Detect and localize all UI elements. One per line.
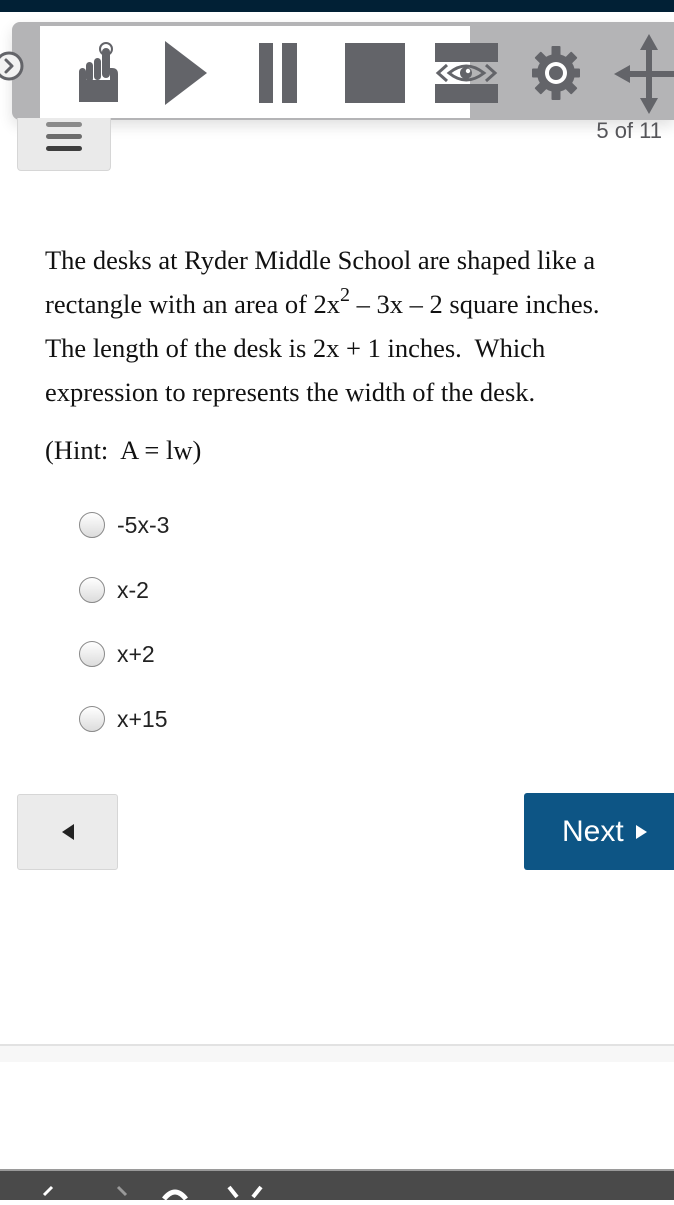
triangle-right-icon [635,824,647,839]
stop-button[interactable] [345,43,405,103]
question-line: expression to represents the width of th… [45,377,536,407]
question-line: rectangle with an area of 2x2 – 3x – 2 s… [45,282,670,326]
gear-icon [532,46,580,100]
forward-arrow-icon[interactable] [112,1185,132,1205]
pause-button[interactable] [259,43,297,103]
choice-label: x-2 [117,576,149,603]
question-line: The length of the desk is 2x + 1 inches.… [45,333,546,363]
next-label: Next [562,814,624,848]
play-button[interactable] [165,41,207,105]
pause-icon [259,43,297,103]
divider-band [0,1046,674,1062]
answer-choice[interactable]: x+2 [79,639,155,669]
chevron-right-circle-icon [0,51,24,81]
settings-button[interactable] [532,44,580,102]
hint-text: (Hint: A = lw) [45,435,202,465]
radio-button[interactable] [79,512,105,538]
close-icon[interactable] [225,1185,265,1205]
menu-button[interactable] [17,118,111,171]
question-text: The desks at Ryder Middle School are sha… [45,238,670,414]
stop-icon [345,43,405,103]
screen-mask-button[interactable] [435,43,498,103]
exponent: 2 [340,284,351,307]
previous-button[interactable] [17,794,118,870]
radio-button[interactable] [79,577,105,603]
play-icon [165,41,207,105]
radio-button[interactable] [79,706,105,732]
choice-label: -5x-3 [117,511,170,538]
refresh-icon[interactable] [160,1185,190,1205]
next-button[interactable]: Next [524,793,674,870]
radio-button[interactable] [79,641,105,667]
question-line: The desks at Ryder Middle School are sha… [45,245,596,275]
question-text-fragment: rectangle with an area of 2x [45,289,341,319]
page-counter: 5 of 11 [596,118,662,143]
toolbar-expand-button[interactable] [0,51,24,81]
choice-label: x+15 [117,705,168,732]
move-arrows-icon [614,34,674,114]
answer-choice[interactable]: -5x-3 [79,510,169,540]
move-toolbar-handle[interactable] [614,34,674,114]
answer-choice[interactable]: x+15 [79,704,168,734]
eye-mask-icon [435,43,498,103]
choice-label: x+2 [117,640,155,667]
bottom-navigation-bar [0,1169,674,1201]
question-text-fragment: – 3x – 2 square inches. [350,289,600,319]
triangle-left-icon [61,824,74,840]
pointer-hand-icon [79,42,118,102]
back-arrow-icon[interactable] [38,1185,58,1205]
answer-choice[interactable]: x-2 [79,575,149,605]
top-status-bar [0,0,674,12]
pointer-tool-button[interactable] [78,40,126,106]
